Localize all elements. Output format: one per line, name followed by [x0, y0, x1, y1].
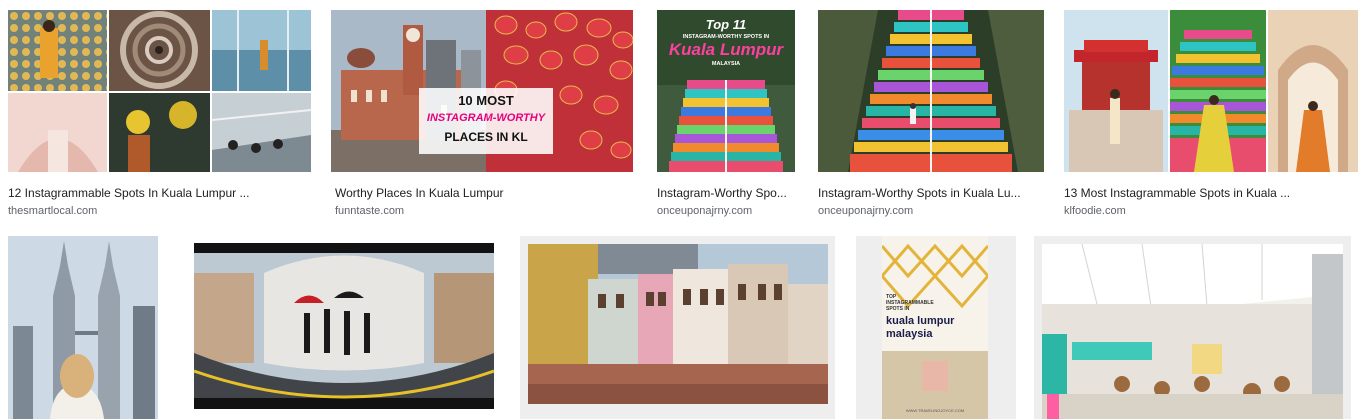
overlay-city: kuala lumpur	[886, 315, 955, 327]
image-result-3[interactable]: Top 11 INSTAGRAM-WORTHY SPOTS IN Kuala L…	[653, 10, 795, 220]
image-result-5[interactable]: 13 Most Instagrammable Spots in Kuala ..…	[1060, 10, 1358, 220]
rainbow-stairs-image	[818, 10, 1044, 172]
overlay-sub2: SPOTS IN	[886, 306, 910, 312]
image-result-10[interactable]	[1034, 236, 1351, 419]
overlay-country: MALAYSIA	[711, 61, 741, 67]
result-caption[interactable]: 12 Instagrammable Spots In Kuala Lumpur …	[8, 185, 308, 201]
result-4-thumbnail[interactable]	[818, 10, 1044, 172]
result-source[interactable]: onceuponajrny.com	[818, 204, 913, 218]
result-source[interactable]: funntaste.com	[335, 204, 404, 218]
image-result-7[interactable]	[187, 236, 500, 419]
overlay-line-2: INSTAGRAM-WORTHY	[426, 112, 546, 124]
image-result-8[interactable]	[520, 236, 835, 419]
image-result-4[interactable]: Instagram-Worthy Spots in Kuala Lu... on…	[814, 10, 1044, 220]
image-result-1[interactable]: 12 Instagrammable Spots In Kuala Lumpur …	[4, 10, 311, 220]
overlay-city: Kuala Lumpur	[668, 40, 784, 59]
result-source[interactable]: thesmartlocal.com	[8, 204, 97, 218]
result-7-thumbnail[interactable]	[194, 243, 494, 409]
result-1-collage[interactable]	[8, 10, 311, 172]
result-caption[interactable]: Instagram-Worthy Spo...	[657, 185, 797, 201]
result-8-thumbnail[interactable]	[528, 244, 828, 404]
result-5-collage[interactable]	[1064, 10, 1358, 172]
result-3-thumbnail[interactable]: Top 11 INSTAGRAM-WORTHY SPOTS IN Kuala L…	[657, 10, 795, 172]
result-source[interactable]: klfoodie.com	[1064, 204, 1126, 218]
cafe-interior-image	[1042, 244, 1343, 419]
overlay-top: Top 11	[705, 17, 747, 32]
overlay-footer: WWW.TRAVELINGJOYCE.COM	[905, 408, 965, 413]
overlay-country: malaysia	[886, 328, 933, 340]
petronas-towers-image	[8, 236, 158, 419]
result-10-thumbnail[interactable]	[1042, 244, 1343, 419]
overlay-line-1: 10 MOST	[458, 93, 514, 108]
result-9-thumbnail[interactable]: TOP INSTAGRAMMABLE SPOTS IN kuala lumpur…	[882, 236, 988, 419]
image-result-6[interactable]	[8, 236, 158, 419]
result-caption[interactable]: 13 Most Instagrammable Spots in Kuala ..…	[1064, 185, 1354, 201]
overlay-line-3: PLACES IN KL	[444, 130, 528, 144]
result-caption[interactable]: Instagram-Worthy Spots in Kuala Lu...	[818, 185, 1040, 201]
image-result-9[interactable]: TOP INSTAGRAMMABLE SPOTS IN kuala lumpur…	[856, 236, 1016, 419]
collage-image	[1064, 10, 1358, 172]
result-source[interactable]: onceuponajrny.com	[657, 204, 752, 218]
heritage-shophouses-image	[528, 244, 828, 404]
street-art-panorama-image	[194, 243, 494, 409]
result-2-thumbnail[interactable]: 10 MOST INSTAGRAM-WORTHY PLACES IN KL	[331, 10, 633, 172]
image-result-2[interactable]: 10 MOST INSTAGRAM-WORTHY PLACES IN KL Wo…	[331, 10, 633, 220]
result-6-thumbnail[interactable]	[8, 236, 158, 419]
result-caption[interactable]: Worthy Places In Kuala Lumpur	[335, 185, 625, 201]
collage-image	[8, 10, 311, 172]
